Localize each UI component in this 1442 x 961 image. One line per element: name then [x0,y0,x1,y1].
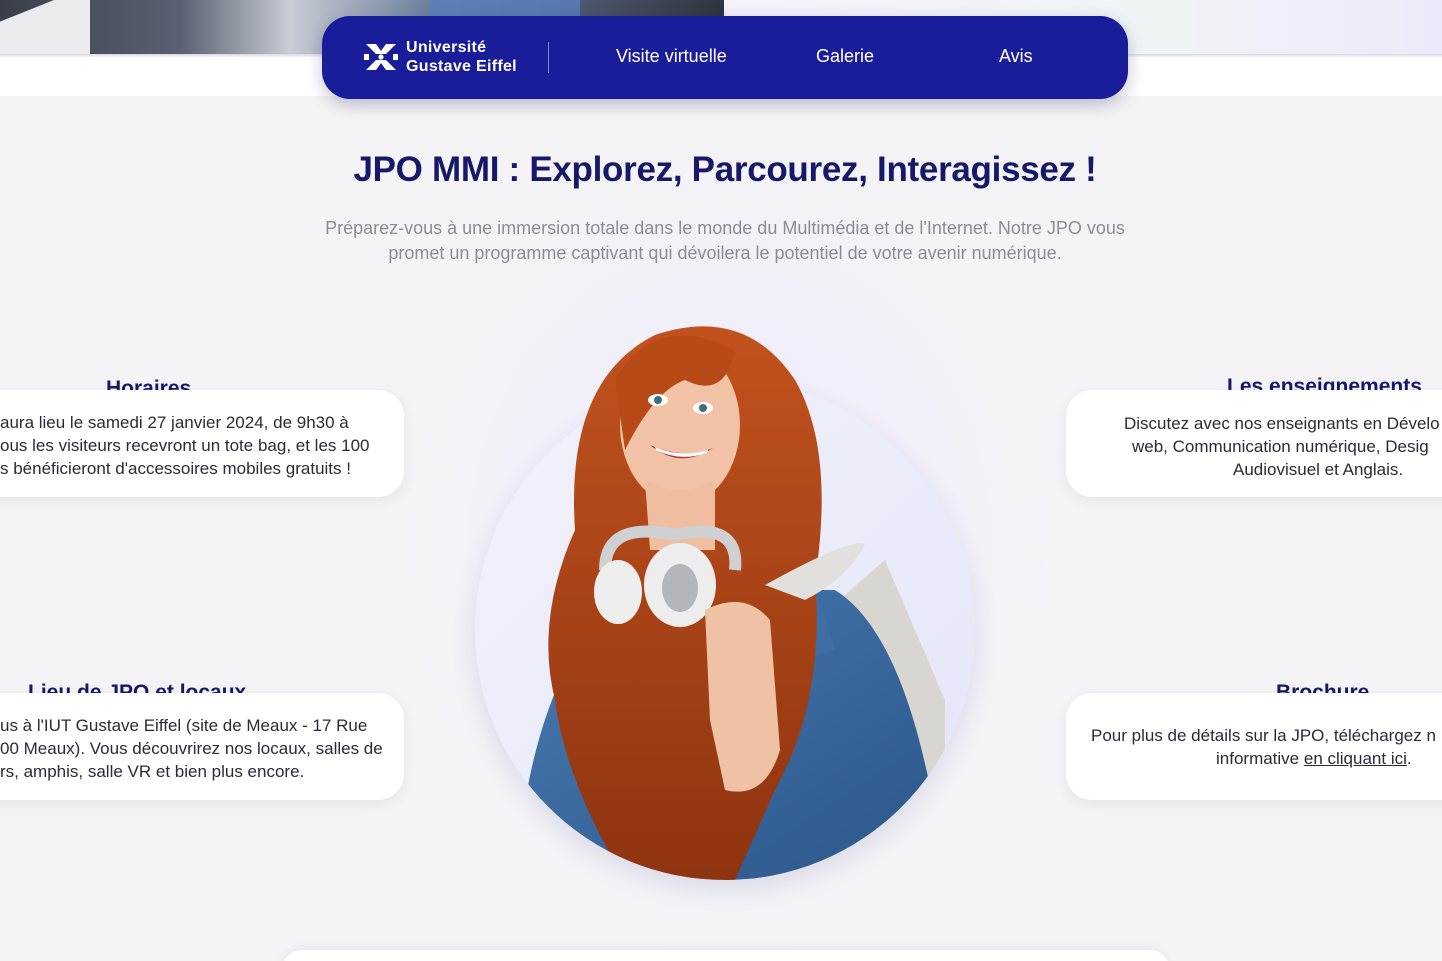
next-section-card [282,950,1170,961]
subtitle-line2: promet un programme captivant qui dévoil… [388,243,1062,263]
card-enseignements-line3: Audiovisuel et Anglais. [1233,460,1404,479]
student-portrait-image [515,326,945,880]
nav-divider [548,42,549,73]
page-title: JPO MMI : Explorez, Parcourez, Interagis… [353,150,1097,189]
university-logo-text: Université Gustave Eiffel [406,38,517,76]
logo-line2: Gustave Eiffel [406,58,517,75]
brochure-line2-prefix: informative [1216,749,1304,768]
card-enseignements-line2: web, Communication numérique, Desig [1132,437,1429,456]
card-horaires-line1: aura lieu le samedi 27 janvier 2024, de … [0,413,349,432]
hero-photo-detail [0,0,90,54]
card-horaires-line2: ous les visiteurs recevront un tote bag,… [0,436,370,455]
card-brochure-line2: informative en cliquant ici. [1216,747,1412,770]
card-brochure: Pour plus de détails sur la JPO, télécha… [1066,693,1442,800]
brochure-download-link[interactable]: en cliquant ici [1304,749,1407,768]
card-enseignements: Discutez avec nos enseignants en Dévelo … [1066,390,1442,497]
page-subtitle: Préparez-vous à une immersion totale dan… [270,216,1180,266]
university-logo-icon [364,44,398,70]
nav-link-galerie[interactable]: Galerie [816,46,874,67]
card-horaires: aura lieu le samedi 27 janvier 2024, de … [0,390,404,497]
card-lieu-line1: us à l'IUT Gustave Eiffel (site de Meaux… [0,716,368,735]
subtitle-line1: Préparez-vous à une immersion totale dan… [325,218,1125,238]
card-lieu: us à l'IUT Gustave Eiffel (site de Meaux… [0,693,404,800]
card-lieu-line2: 00 Meaux). Vous découvrirez nos locaux, … [0,739,383,758]
card-lieu-line3: rs, amphis, salle VR et bien plus encore… [0,762,305,781]
brochure-line2-suffix: . [1406,749,1412,768]
university-logo[interactable]: Université Gustave Eiffel [364,38,517,76]
main-navbar: Université Gustave Eiffel Visite virtuel… [322,16,1128,99]
nav-link-visite-virtuelle[interactable]: Visite virtuelle [616,46,727,67]
card-enseignements-line1: Discutez avec nos enseignants en Dévelo [1124,414,1440,433]
nav-link-avis[interactable]: Avis [999,46,1033,67]
card-brochure-line1: Pour plus de détails sur la JPO, télécha… [1091,726,1436,745]
card-horaires-line3: s bénéficieront d'accessoires mobiles gr… [0,459,351,478]
logo-line1: Université [406,39,487,56]
